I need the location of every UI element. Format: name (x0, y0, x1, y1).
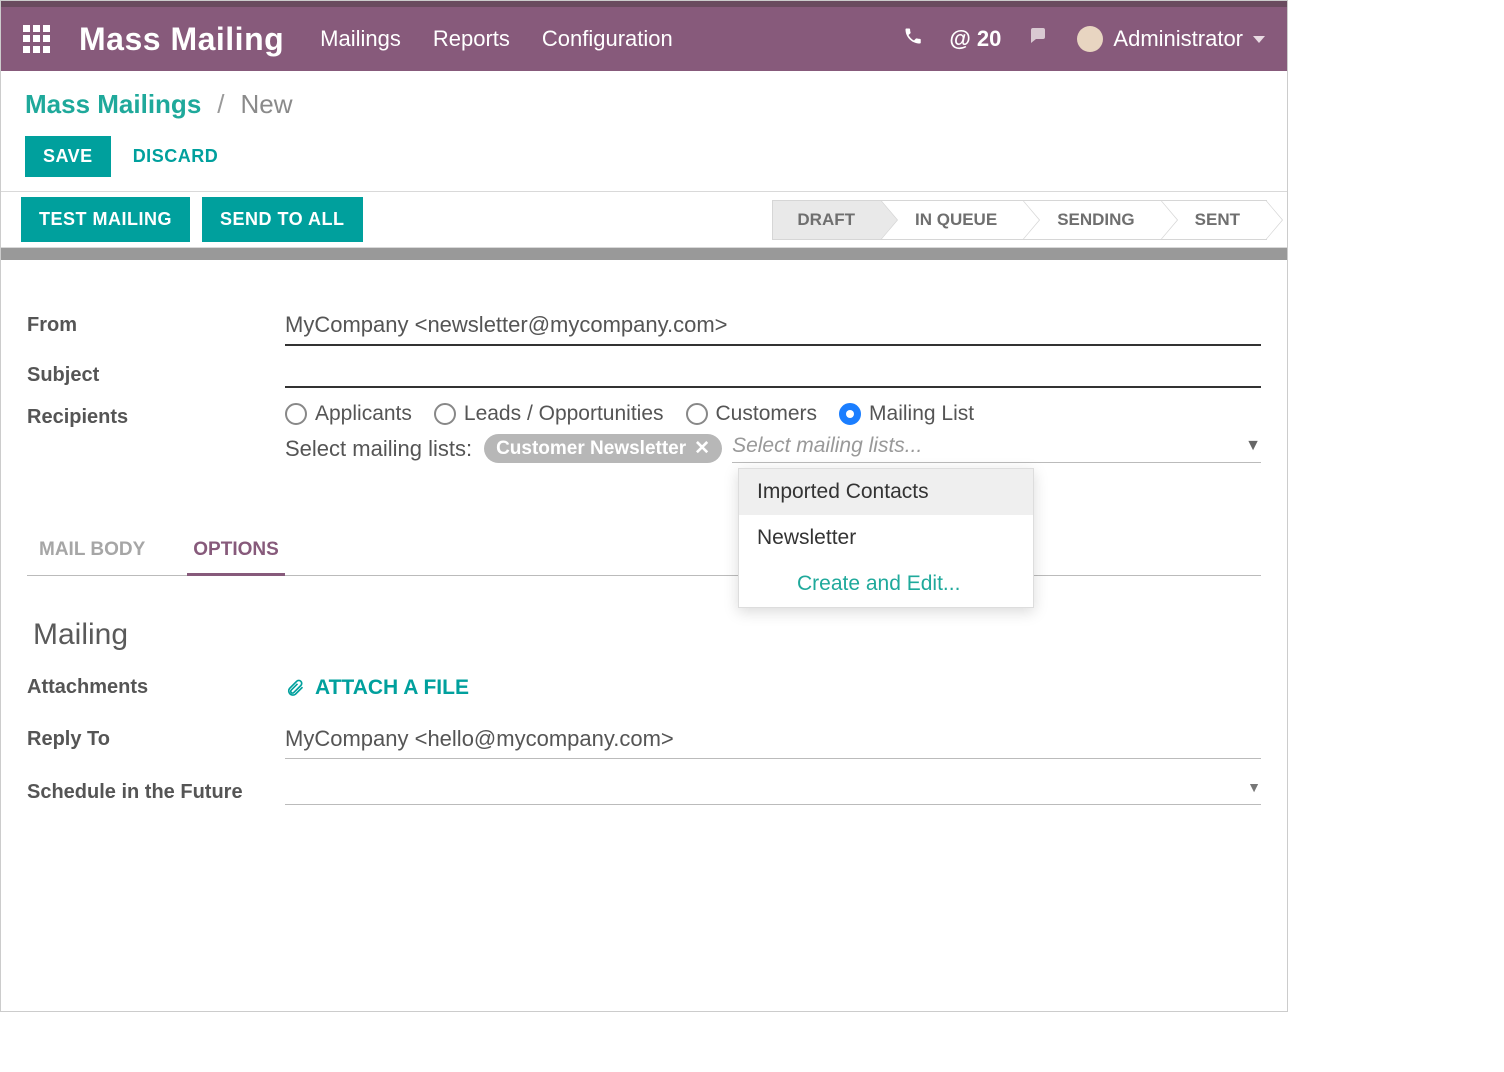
radio-leads[interactable]: Leads / Opportunities (434, 402, 664, 426)
chevron-down-icon: ▼ (1247, 779, 1261, 798)
breadcrumb: Mass Mailings / New (25, 89, 1263, 120)
stage-in-queue[interactable]: IN QUEUE (881, 200, 1023, 240)
radio-applicants[interactable]: Applicants (285, 402, 412, 426)
chat-icon[interactable] (1027, 24, 1051, 54)
radio-customers[interactable]: Customers (686, 402, 818, 426)
user-menu[interactable]: Administrator (1077, 26, 1265, 52)
stage-draft[interactable]: DRAFT (772, 200, 881, 240)
radio-mailing-list[interactable]: Mailing List (839, 402, 974, 426)
mailing-list-tag[interactable]: Customer Newsletter ✕ (484, 434, 722, 463)
phone-icon[interactable] (903, 26, 923, 52)
stage-tracker: DRAFT IN QUEUE SENDING SENT (772, 200, 1267, 240)
subject-label: Subject (27, 360, 285, 387)
save-button[interactable]: SAVE (25, 136, 111, 177)
reply-to-label: Reply To (27, 724, 285, 751)
paperclip-icon (285, 678, 305, 698)
dropdown-item-newsletter[interactable]: Newsletter (739, 515, 1033, 561)
discard-button[interactable]: DISCARD (133, 146, 219, 167)
apps-icon[interactable] (23, 25, 51, 53)
username: Administrator (1113, 26, 1243, 52)
control-panel: Mass Mailings / New SAVE DISCARD (1, 71, 1287, 192)
form-sheet: From MyCompany <newsletter@mycompany.com… (1, 260, 1287, 859)
form-tabs: MAIL BODY OPTIONS (27, 527, 1261, 576)
tab-options[interactable]: OPTIONS (187, 527, 285, 576)
from-field[interactable]: MyCompany <newsletter@mycompany.com> (285, 310, 1261, 346)
tab-mail-body[interactable]: MAIL BODY (33, 527, 151, 575)
recipients-radios: Applicants Leads / Opportunities Custome… (285, 402, 1261, 426)
reply-to-field[interactable]: MyCompany <hello@mycompany.com> (285, 724, 1261, 759)
section-mailing-title: Mailing (33, 618, 1261, 652)
schedule-field[interactable]: ▼ (285, 777, 1261, 805)
chevron-down-icon (1253, 36, 1265, 43)
attach-file-button[interactable]: ATTACH A FILE (285, 676, 1261, 700)
app-brand: Mass Mailing (79, 21, 284, 58)
mailing-lists-select[interactable]: Select mailing lists... ▼ (732, 434, 1261, 463)
recipients-label: Recipients (27, 402, 285, 429)
nav-mailings[interactable]: Mailings (320, 26, 401, 52)
dropdown-item-imported-contacts[interactable]: Imported Contacts (739, 469, 1033, 515)
breadcrumb-parent[interactable]: Mass Mailings (25, 89, 201, 120)
chevron-down-icon: ▼ (1245, 437, 1261, 455)
test-mailing-button[interactable]: TEST MAILING (21, 197, 190, 242)
mailing-lists-label: Select mailing lists: (285, 436, 472, 462)
mentions-badge[interactable]: @ 20 (949, 26, 1001, 52)
stage-sending[interactable]: SENDING (1023, 200, 1160, 240)
nav-configuration[interactable]: Configuration (542, 26, 673, 52)
mailing-lists-dropdown: Imported Contacts Newsletter Create and … (738, 468, 1034, 608)
send-to-all-button[interactable]: SEND TO ALL (202, 197, 363, 242)
subject-field[interactable] (285, 360, 1261, 388)
attachments-label: Attachments (27, 672, 285, 699)
breadcrumb-current: New (241, 89, 293, 120)
top-nav: Mass Mailing Mailings Reports Configurat… (1, 7, 1287, 71)
from-label: From (27, 310, 285, 337)
nav-reports[interactable]: Reports (433, 26, 510, 52)
dropdown-create-edit[interactable]: Create and Edit... (739, 561, 1033, 607)
status-bar: TEST MAILING SEND TO ALL DRAFT IN QUEUE … (1, 192, 1287, 248)
schedule-label: Schedule in the Future (27, 777, 285, 804)
avatar-icon (1077, 26, 1103, 52)
remove-tag-icon[interactable]: ✕ (694, 437, 710, 460)
